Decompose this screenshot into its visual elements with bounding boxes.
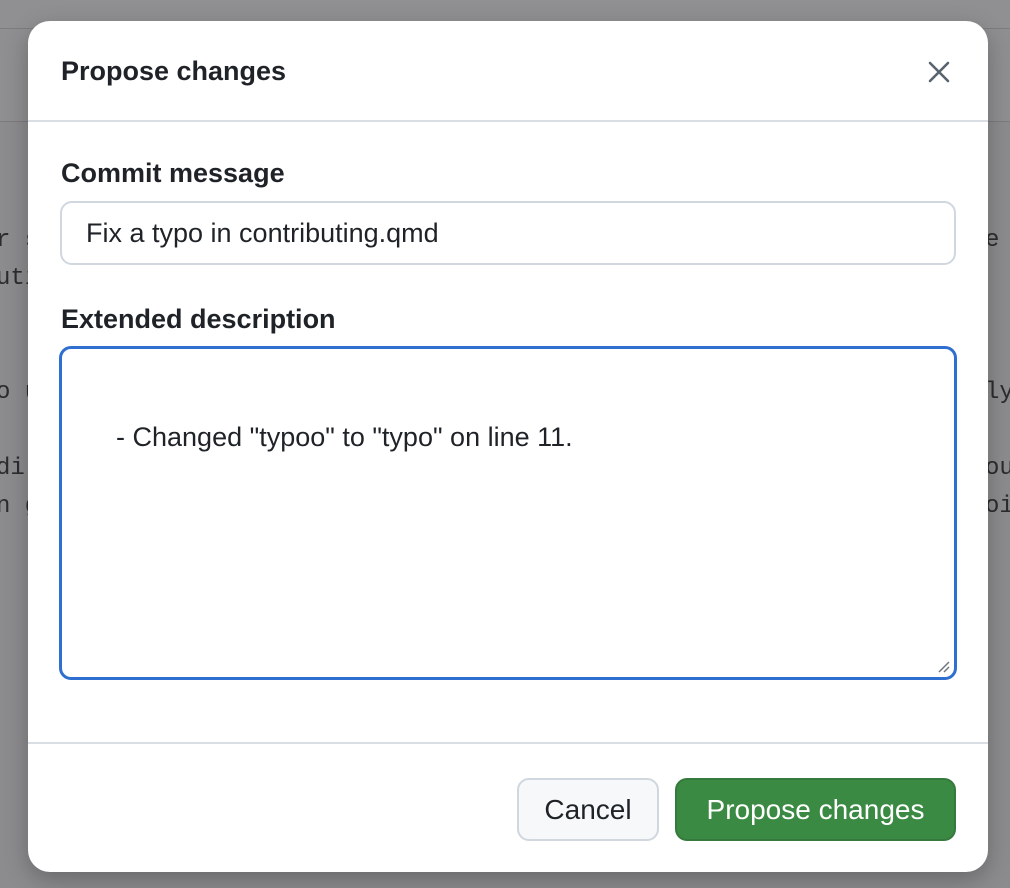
cancel-button[interactable]: Cancel [517, 778, 659, 841]
dialog-header: Propose changes [28, 21, 988, 122]
background-code-right: e ly ou oi [985, 227, 1010, 520]
extended-description-text: - Changed "typoo" to "typo" on line 11. [116, 422, 573, 452]
dialog-title: Propose changes [61, 56, 287, 86]
extended-description-textarea[interactable]: - Changed "typoo" to "typo" on line 11. [59, 346, 957, 680]
dialog-footer: Cancel Propose changes [28, 742, 988, 872]
propose-changes-dialog: Propose changes Commit message Extended … [28, 21, 988, 872]
extended-description-label: Extended description [61, 304, 336, 334]
commit-message-input[interactable] [60, 201, 956, 265]
close-button[interactable] [916, 51, 962, 93]
close-icon [928, 61, 950, 83]
resize-handle-icon[interactable] [936, 659, 950, 673]
commit-message-label: Commit message [61, 158, 285, 188]
propose-changes-button[interactable]: Propose changes [675, 778, 956, 841]
